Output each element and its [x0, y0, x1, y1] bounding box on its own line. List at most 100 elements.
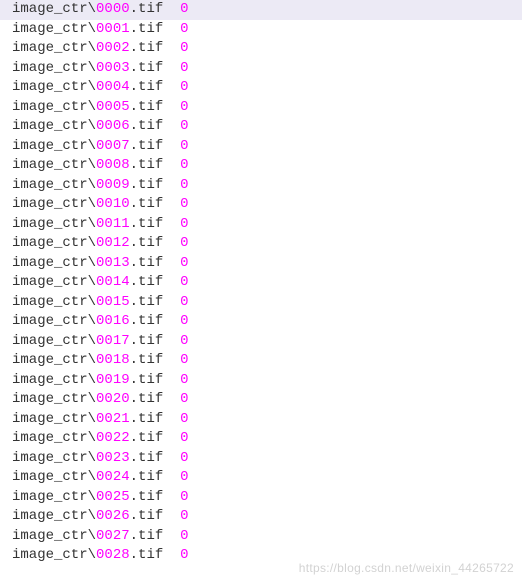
file-number: 0008	[96, 157, 130, 173]
class-label: 0	[180, 99, 188, 115]
file-extension: .tif	[130, 528, 164, 544]
line-prefix: image_ctr	[12, 430, 88, 446]
text-line[interactable]: image_ctr\0014.tif 0	[0, 273, 522, 293]
path-separator: \	[88, 528, 96, 544]
text-line[interactable]: image_ctr\0020.tif 0	[0, 390, 522, 410]
class-label: 0	[180, 430, 188, 446]
path-separator: \	[88, 138, 96, 154]
file-extension: .tif	[130, 372, 164, 388]
text-line[interactable]: image_ctr\0011.tif 0	[0, 215, 522, 235]
text-line[interactable]: image_ctr\0008.tif 0	[0, 156, 522, 176]
file-extension: .tif	[130, 157, 164, 173]
path-separator: \	[88, 40, 96, 56]
path-separator: \	[88, 294, 96, 310]
text-file-content: image_ctr\0000.tif 0image_ctr\0001.tif 0…	[0, 0, 522, 566]
text-line[interactable]: image_ctr\0019.tif 0	[0, 371, 522, 391]
line-prefix: image_ctr	[12, 21, 88, 37]
text-line[interactable]: image_ctr\0018.tif 0	[0, 351, 522, 371]
spacer	[163, 21, 180, 37]
text-line[interactable]: image_ctr\0028.tif 0	[0, 546, 522, 566]
class-label: 0	[180, 138, 188, 154]
text-line[interactable]: image_ctr\0024.tif 0	[0, 468, 522, 488]
text-line[interactable]: image_ctr\0027.tif 0	[0, 527, 522, 547]
text-line[interactable]: image_ctr\0000.tif 0	[0, 0, 522, 20]
text-line[interactable]: image_ctr\0022.tif 0	[0, 429, 522, 449]
text-line[interactable]: image_ctr\0004.tif 0	[0, 78, 522, 98]
text-line[interactable]: image_ctr\0010.tif 0	[0, 195, 522, 215]
path-separator: \	[88, 118, 96, 134]
file-extension: .tif	[130, 352, 164, 368]
line-prefix: image_ctr	[12, 333, 88, 349]
line-prefix: image_ctr	[12, 352, 88, 368]
class-label: 0	[180, 196, 188, 212]
file-number: 0007	[96, 138, 130, 154]
path-separator: \	[88, 99, 96, 115]
text-line[interactable]: image_ctr\0007.tif 0	[0, 137, 522, 157]
file-number: 0005	[96, 99, 130, 115]
file-number: 0020	[96, 391, 130, 407]
text-line[interactable]: image_ctr\0021.tif 0	[0, 410, 522, 430]
class-label: 0	[180, 333, 188, 349]
line-prefix: image_ctr	[12, 60, 88, 76]
spacer	[163, 547, 180, 563]
class-label: 0	[180, 528, 188, 544]
line-prefix: image_ctr	[12, 40, 88, 56]
text-line[interactable]: image_ctr\0003.tif 0	[0, 59, 522, 79]
text-line[interactable]: image_ctr\0001.tif 0	[0, 20, 522, 40]
file-number: 0022	[96, 430, 130, 446]
text-line[interactable]: image_ctr\0013.tif 0	[0, 254, 522, 274]
text-line[interactable]: image_ctr\0002.tif 0	[0, 39, 522, 59]
file-number: 0028	[96, 547, 130, 563]
class-label: 0	[180, 313, 188, 329]
line-prefix: image_ctr	[12, 372, 88, 388]
line-prefix: image_ctr	[12, 216, 88, 232]
file-extension: .tif	[130, 313, 164, 329]
file-number: 0009	[96, 177, 130, 193]
line-prefix: image_ctr	[12, 1, 88, 17]
file-number: 0025	[96, 489, 130, 505]
class-label: 0	[180, 411, 188, 427]
text-line[interactable]: image_ctr\0025.tif 0	[0, 488, 522, 508]
path-separator: \	[88, 157, 96, 173]
spacer	[163, 79, 180, 95]
text-line[interactable]: image_ctr\0012.tif 0	[0, 234, 522, 254]
path-separator: \	[88, 333, 96, 349]
text-line[interactable]: image_ctr\0006.tif 0	[0, 117, 522, 137]
file-extension: .tif	[130, 99, 164, 115]
class-label: 0	[180, 508, 188, 524]
path-separator: \	[88, 216, 96, 232]
line-prefix: image_ctr	[12, 79, 88, 95]
class-label: 0	[180, 391, 188, 407]
spacer	[163, 235, 180, 251]
file-number: 0023	[96, 450, 130, 466]
line-prefix: image_ctr	[12, 411, 88, 427]
file-extension: .tif	[130, 450, 164, 466]
line-prefix: image_ctr	[12, 528, 88, 544]
path-separator: \	[88, 508, 96, 524]
file-extension: .tif	[130, 1, 164, 17]
file-number: 0001	[96, 21, 130, 37]
file-number: 0006	[96, 118, 130, 134]
text-line[interactable]: image_ctr\0015.tif 0	[0, 293, 522, 313]
path-separator: \	[88, 469, 96, 485]
text-line[interactable]: image_ctr\0017.tif 0	[0, 332, 522, 352]
file-number: 0017	[96, 333, 130, 349]
file-number: 0019	[96, 372, 130, 388]
text-line[interactable]: image_ctr\0026.tif 0	[0, 507, 522, 527]
file-number: 0000	[96, 1, 130, 17]
text-line[interactable]: image_ctr\0009.tif 0	[0, 176, 522, 196]
class-label: 0	[180, 489, 188, 505]
text-line[interactable]: image_ctr\0016.tif 0	[0, 312, 522, 332]
file-extension: .tif	[130, 196, 164, 212]
class-label: 0	[180, 1, 188, 17]
spacer	[163, 60, 180, 76]
path-separator: \	[88, 430, 96, 446]
text-line[interactable]: image_ctr\0023.tif 0	[0, 449, 522, 469]
class-label: 0	[180, 60, 188, 76]
file-number: 0014	[96, 274, 130, 290]
file-number: 0018	[96, 352, 130, 368]
spacer	[163, 469, 180, 485]
text-line[interactable]: image_ctr\0005.tif 0	[0, 98, 522, 118]
line-prefix: image_ctr	[12, 547, 88, 563]
path-separator: \	[88, 547, 96, 563]
